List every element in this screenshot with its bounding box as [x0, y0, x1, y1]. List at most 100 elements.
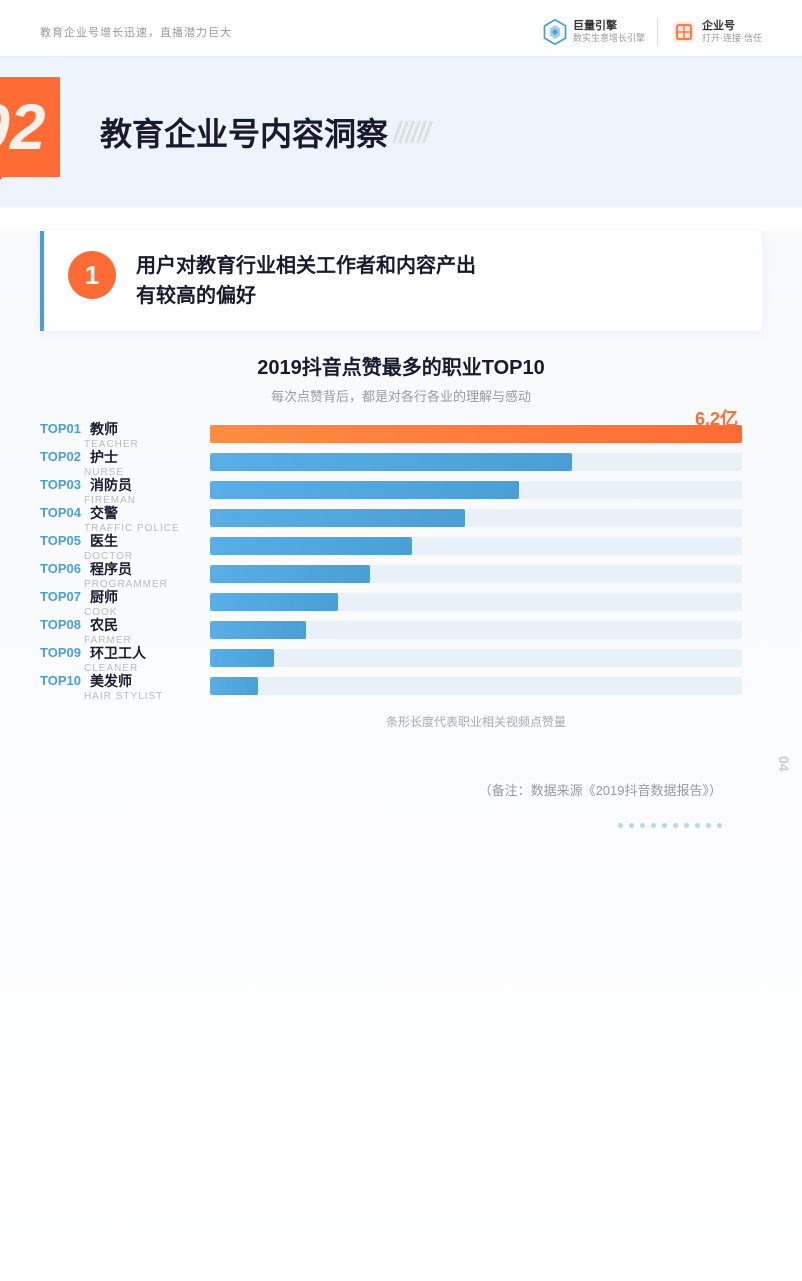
bar-row-inner: TOP04 交警 TRAFFIC POLICE: [210, 509, 742, 527]
bar-label-col: TOP06 程序员 PROGRAMMER: [40, 559, 200, 590]
dot: [684, 823, 689, 828]
bar-label-col: TOP08 农民 FARMER: [40, 615, 200, 646]
qiye-text: 企业号 打开·连接·信任: [702, 20, 762, 44]
table-row: TOP05 医生 DOCTOR: [210, 537, 742, 561]
bar-name-cn: 环卫工人: [90, 643, 146, 663]
bar-name-cn: 程序员: [90, 559, 132, 579]
jvliang-icon: [541, 18, 569, 46]
section-number: 02: [0, 95, 46, 159]
bar-rank: TOP05: [40, 533, 84, 548]
dot: [717, 823, 722, 828]
bar-label-top: TOP06 程序员: [40, 559, 200, 579]
bar-rank: TOP02: [40, 449, 84, 464]
bar-name-cn: 护士: [90, 447, 118, 467]
bar-rank: TOP04: [40, 505, 84, 520]
bar-track: [210, 509, 742, 527]
bar-rank: TOP06: [40, 561, 84, 576]
bar-fill: [210, 425, 742, 443]
chart-subtitle: 每次点赞背后，都是对各行各业的理解与感动: [40, 386, 762, 405]
bar-label-top: TOP05 医生: [40, 531, 200, 551]
header-subtitle: 教育企业号增长迅速，直播潜力巨大: [40, 24, 232, 40]
bar-fill: [210, 593, 338, 611]
page-header: 教育企业号增长迅速，直播潜力巨大 巨量引擎 数实生意增长引擎: [0, 0, 802, 57]
table-row: TOP01 教师 TEACHER: [210, 425, 742, 449]
bar-rank: TOP01: [40, 421, 84, 436]
insight-block: 1 用户对教育行业相关工作者和内容产出有较高的偏好: [40, 231, 762, 331]
chart-note: 条形长度代表职业相关视频点赞量: [210, 713, 742, 730]
header-logos: 巨量引擎 数实生意增长引擎 企业号 打开·连接·信任: [541, 18, 762, 46]
bar-fill: [210, 509, 465, 527]
section-title-area: 教育企业号内容洞察: [90, 109, 802, 155]
bar-rank: TOP08: [40, 617, 84, 632]
bar-rank: TOP09: [40, 645, 84, 660]
bar-track: [210, 537, 742, 555]
bar-label-top: TOP02 护士: [40, 447, 200, 467]
qiye-icon: [670, 18, 698, 46]
jvliang-text: 巨量引擎 数实生意增长引擎: [573, 20, 645, 44]
bar-row-inner: TOP03 消防员 FIREMAN: [210, 481, 742, 499]
bar-track: [210, 481, 742, 499]
bar-name-cn: 交警: [90, 503, 118, 523]
bar-label-col: TOP03 消防员 FIREMAN: [40, 475, 200, 506]
deco-lines: [396, 121, 429, 143]
bar-label-col: TOP04 交警 TRAFFIC POLICE: [40, 503, 200, 534]
footer-note: （备注：数据来源《2019抖音数据报告》）: [40, 760, 762, 819]
bar-track: [210, 621, 742, 639]
bar-label-top: TOP09 环卫工人: [40, 643, 200, 663]
bar-label-col: TOP05 医生 DOCTOR: [40, 531, 200, 562]
bar-row-inner: TOP05 医生 DOCTOR: [210, 537, 742, 555]
bar-label-top: TOP08 农民: [40, 615, 200, 635]
logo-qiye: 企业号 打开·连接·信任: [670, 18, 762, 46]
insight-text: 用户对教育行业相关工作者和内容产出有较高的偏好: [136, 251, 476, 311]
dots-decoration: [40, 823, 762, 828]
bar-row-inner: TOP07 厨师 COOK: [210, 593, 742, 611]
bar-rank: TOP07: [40, 589, 84, 604]
section-title: 教育企业号内容洞察: [90, 109, 388, 155]
bar-name-cn: 农民: [90, 615, 118, 635]
bar-fill: [210, 537, 412, 555]
chart-section: 2019抖音点赞最多的职业TOP10 每次点赞背后，都是对各行各业的理解与感动 …: [40, 351, 762, 730]
dot: [662, 823, 667, 828]
bar-name-cn: 教师: [90, 419, 118, 439]
bar-row-inner: TOP01 教师 TEACHER: [210, 425, 742, 443]
bar-label-col: TOP10 美发师 HAIR STYLIST: [40, 671, 200, 702]
dot: [673, 823, 678, 828]
bar-row-inner: TOP08 农民 FARMER: [210, 621, 742, 639]
table-row: TOP09 环卫工人 CLEANER: [210, 649, 742, 673]
insight-number: 1: [68, 251, 116, 299]
page-number: 04: [776, 756, 792, 772]
bar-fill: [210, 677, 258, 695]
bar-fill: [210, 621, 306, 639]
bar-label-col: TOP02 护士 NURSE: [40, 447, 200, 478]
logo-jvliang: 巨量引擎 数实生意增长引擎: [541, 18, 645, 46]
logo-divider: [657, 18, 658, 46]
dot: [618, 823, 623, 828]
bar-fill: [210, 649, 274, 667]
bar-name-cn: 美发师: [90, 671, 132, 691]
bar-rank: TOP03: [40, 477, 84, 492]
bar-row-inner: TOP06 程序员 PROGRAMMER: [210, 565, 742, 583]
bar-label-col: TOP07 厨师 COOK: [40, 587, 200, 618]
bar-track: [210, 649, 742, 667]
section-number-bg: 02: [0, 77, 60, 177]
table-row: TOP08 农民 FARMER: [210, 621, 742, 645]
table-row: TOP04 交警 TRAFFIC POLICE: [210, 509, 742, 533]
bar-row-inner: TOP02 护士 NURSE: [210, 453, 742, 471]
bar-label-col: TOP09 环卫工人 CLEANER: [40, 643, 200, 674]
table-row: TOP03 消防员 FIREMAN: [210, 481, 742, 505]
table-row: TOP07 厨师 COOK: [210, 593, 742, 617]
table-row: TOP02 护士 NURSE: [210, 453, 742, 477]
bar-label-top: TOP07 厨师: [40, 587, 200, 607]
bar-fill: [210, 565, 370, 583]
bar-track: [210, 565, 742, 583]
dot: [695, 823, 700, 828]
bar-name-en: HAIR STYLIST: [40, 691, 200, 702]
bar-rank: TOP10: [40, 673, 84, 688]
bar-label-col: TOP01 教师 TEACHER: [40, 419, 200, 450]
bar-name-cn: 医生: [90, 531, 118, 551]
chart-title: 2019抖音点赞最多的职业TOP10: [40, 351, 762, 380]
bar-row-inner: TOP09 环卫工人 CLEANER: [210, 649, 742, 667]
bar-label-top: TOP10 美发师: [40, 671, 200, 691]
dot: [651, 823, 656, 828]
table-row: TOP06 程序员 PROGRAMMER: [210, 565, 742, 589]
